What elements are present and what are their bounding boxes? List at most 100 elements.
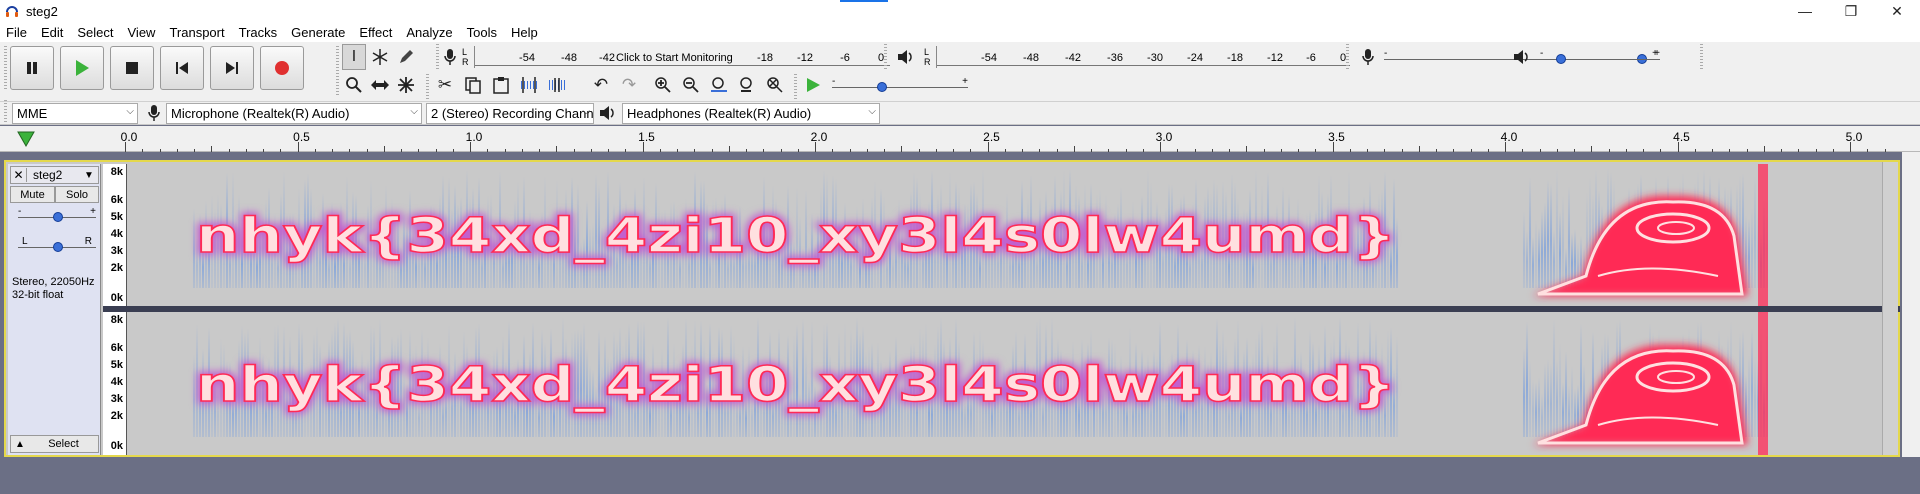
recording-channels-select[interactable]: 2 (Stereo) Recording Chann ⌵ [426,103,594,124]
audio-track[interactable]: ✕ steg2 ▼ Mute Solo - + L R Stereo, 2205… [4,160,1900,457]
skip-to-start-button[interactable] [160,46,204,90]
paste-button[interactable] [488,72,514,98]
zoom-in-button[interactable] [650,72,676,98]
fit-project-button[interactable] [734,72,760,98]
recording-device-select[interactable]: Microphone (Realtek(R) Audio) ⌵ [166,103,422,124]
play-head-triangle-icon[interactable] [16,130,36,148]
menu-bar: File Edit Select View Transport Tracks G… [0,22,1920,42]
toolbar-grip[interactable] [4,100,7,122]
timeshift-tool-button[interactable] [368,72,392,98]
toolbar-grip[interactable] [794,74,797,100]
spectrogram-energy-band [1745,215,1747,288]
spectrogram-energy-band [1538,377,1540,437]
frequency-scale-left[interactable]: 8k 6k 5k 4k 3k 2k 0k [103,164,127,306]
menu-effect[interactable]: Effect [353,25,400,40]
timeline-tick-mark [125,142,126,152]
gain-slider[interactable]: - + [18,206,96,224]
freq-tick: 6k [110,194,123,206]
multi-tool-button[interactable] [394,72,418,98]
timeshift-icon [371,80,389,90]
cut-button[interactable]: ✂ [432,72,458,98]
collapse-arrow-icon[interactable]: ▲ [11,439,29,450]
menu-analyze[interactable]: Analyze [400,25,460,40]
fit-selection-button[interactable] [706,72,732,98]
close-window-button[interactable]: ✕ [1874,0,1920,22]
redo-icon: ↷ [621,75,637,94]
i-beam-icon: I [351,48,357,65]
spectrogram-right[interactable]: nhyk{34xd_4zi10_xy3l4s0lw4umd}nhyk{34xd_… [128,312,1884,455]
freq-tick: 4k [110,376,123,388]
minimize-button[interactable]: — [1782,0,1828,22]
pencil-icon [400,50,413,63]
empty-track-area[interactable] [0,457,1920,494]
skip-to-end-button[interactable] [210,46,254,90]
toolbar-grip[interactable] [336,46,339,96]
stop-button[interactable] [110,46,154,90]
track-control-panel: ✕ steg2 ▼ Mute Solo - + L R Stereo, 2205… [8,164,101,455]
silence-button[interactable] [544,72,570,98]
toolbar-grip[interactable] [426,74,429,100]
menu-tracks[interactable]: Tracks [233,25,286,40]
trim-button[interactable] [516,72,542,98]
freq-tick: 0k [110,440,123,452]
timeline-tick-label: 5.0 [1845,130,1863,144]
solo-button[interactable]: Solo [55,186,99,203]
track-select-button[interactable]: Select [29,438,98,450]
pause-button[interactable] [10,46,54,90]
menu-edit[interactable]: Edit [35,25,71,40]
menu-help[interactable]: Help [505,25,546,40]
menu-file[interactable]: File [0,25,35,40]
spectrogram-energy-band [1562,382,1564,437]
pan-slider[interactable]: L R [18,236,96,254]
right-scroll-gutter[interactable] [1902,152,1920,457]
menu-transport[interactable]: Transport [163,25,232,40]
track-close-button[interactable]: ✕ [11,168,27,182]
menu-tools[interactable]: Tools [461,25,505,40]
spectrogram-left[interactable]: nhyk{34xd_4zi10_xy3l4s0lw4umd}nhyk{34xd_… [128,164,1884,306]
record-button[interactable] [260,46,304,90]
selection-tool-button[interactable]: I [342,44,366,70]
toolbar-grip[interactable] [4,46,7,90]
frequency-scale-right[interactable]: 8k 6k 5k 4k 3k 2k 0k [103,312,127,455]
playback-meter[interactable]: LR -54 -48 -42 -36 -30 -24 -18 -12 -6 0 [924,44,1350,70]
play-at-speed-slider[interactable]: - + [832,76,968,94]
recording-device-value: Microphone (Realtek(R) Audio) [171,106,350,121]
undo-icon: ↶ [593,75,609,94]
audacity-logo-icon [6,6,18,17]
envelope-tool-button[interactable] [368,44,392,70]
spectrogram-energy-band [1568,186,1570,288]
zoom-out-button[interactable] [678,72,704,98]
menu-select[interactable]: Select [71,25,121,40]
timeline-tick-label: 1.0 [465,130,483,144]
playback-device-select[interactable]: Headphones (Realtek(R) Audio) ⌵ [622,103,880,124]
draw-tool-button[interactable] [394,44,418,70]
play-button[interactable] [60,46,104,90]
redo-button[interactable]: ↷ [616,72,642,98]
slider-knob[interactable] [53,242,63,252]
slider-knob[interactable] [876,82,887,92]
toolbar-grip[interactable] [1700,44,1703,70]
spectrogram-energy-band [1532,236,1534,288]
audio-host-select[interactable]: MME ⌵ [12,103,138,124]
vertical-scrollbar[interactable] [1882,162,1898,455]
mute-button[interactable]: Mute [10,186,55,203]
toolbar-grip[interactable] [436,44,439,70]
slider-knob[interactable] [53,212,63,222]
undo-button[interactable]: ↶ [588,72,614,98]
toolbar-grip[interactable] [1346,44,1349,70]
track-name[interactable]: steg2 [27,168,84,182]
maximize-button[interactable]: ❐ [1828,0,1874,22]
slider-knob[interactable] [1555,54,1566,64]
start-monitoring-label[interactable]: Click to Start Monitoring [616,52,733,64]
zoom-toggle-button[interactable] [762,72,788,98]
copy-button[interactable] [460,72,486,98]
timeline-ruler[interactable]: 0.0 0.5 1.0 1.5 2.0 2.5 3.0 3.5 4.0 4.5 5.0 [0,126,1920,152]
play-at-speed-button[interactable] [800,72,826,98]
menu-view[interactable]: View [122,25,164,40]
playback-volume-slider[interactable]: - + [1540,48,1660,66]
track-menu-icon[interactable]: ▼ [84,170,98,181]
meter-lr-label: LR [462,47,469,67]
menu-generate[interactable]: Generate [285,25,353,40]
zoom-tool-button[interactable] [342,72,366,98]
toolbar-grip[interactable] [884,44,887,70]
